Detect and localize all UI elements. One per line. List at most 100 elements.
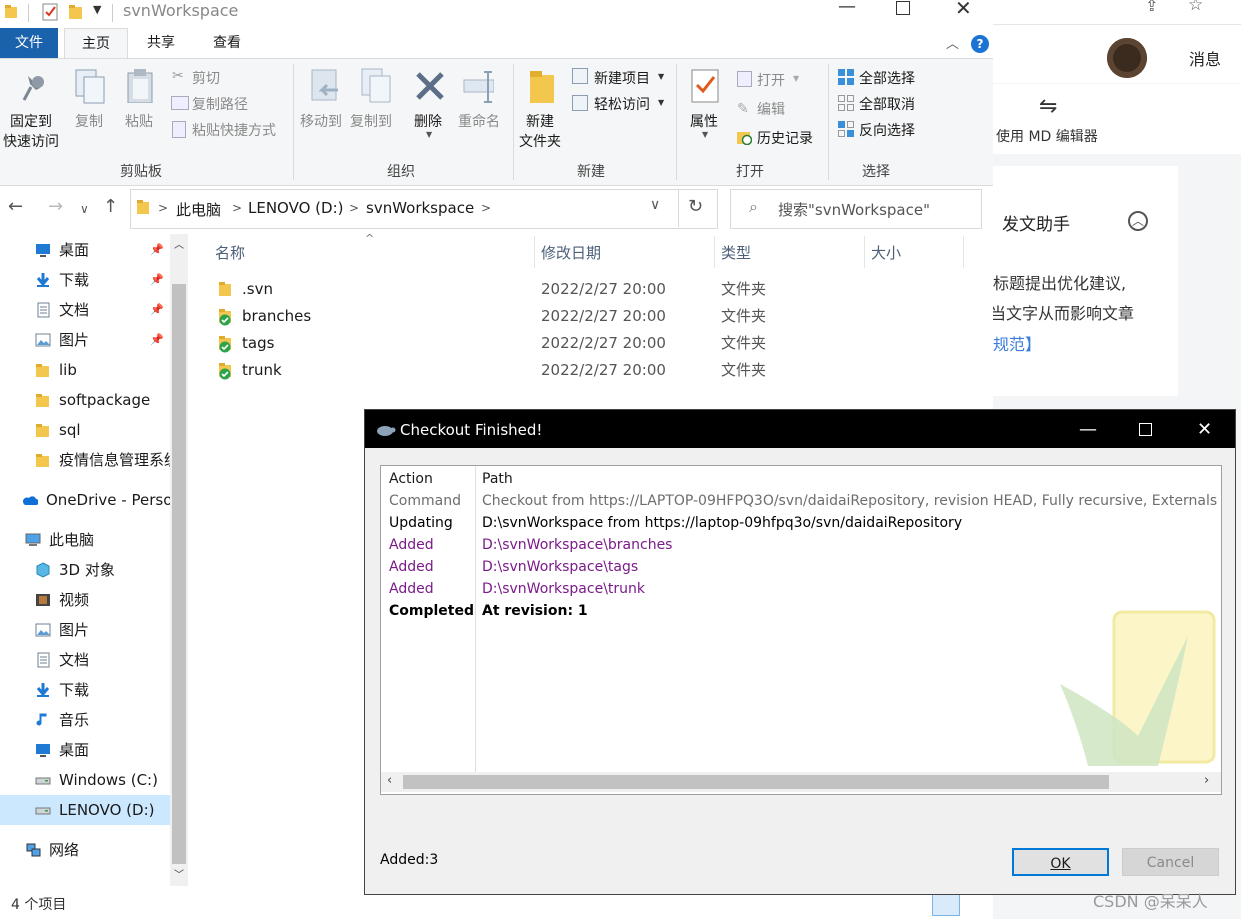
column-header-path[interactable]: Path [482,468,513,490]
nav-item[interactable]: 文档 [0,645,170,675]
nav-item[interactable]: Windows (C:) [0,765,170,795]
scroll-up-icon[interactable]: ︿ [174,236,184,251]
edit-button[interactable]: 编辑 [757,99,785,119]
up-button[interactable]: ↑ [103,196,118,217]
nav-item[interactable]: 桌面 [0,735,170,765]
back-button[interactable]: ← [8,196,23,217]
nav-item[interactable]: 3D 对象 [0,555,170,585]
column-header-name[interactable]: 名称 [215,242,245,263]
breadcrumb-item[interactable]: svnWorkspace [366,199,474,217]
avatar[interactable] [1107,38,1147,78]
large-icons-view-button[interactable] [963,892,987,914]
forward-button[interactable]: → [48,196,63,217]
copy-path-button[interactable]: 复制路径 [192,94,248,114]
maximize-button[interactable] [896,1,910,15]
collapse-ribbon-icon[interactable]: ︿ [946,33,959,52]
nav-item[interactable]: 网络 [0,835,170,865]
tab-file[interactable]: 文件 [0,28,58,58]
nav-item[interactable]: 图片 [0,615,170,645]
breadcrumb-item[interactable]: 此电脑 [176,199,221,220]
move-to-button[interactable]: 移动到 [300,111,342,131]
details-view-button[interactable] [932,892,960,916]
messages-link[interactable]: 消息 [1189,46,1221,70]
minimize-button[interactable]: — [1079,419,1097,440]
nav-scrollbar[interactable]: ︿ ﹀ [170,234,188,886]
open-button[interactable]: 打开 [757,70,785,90]
ok-button[interactable]: OK [1012,848,1109,876]
log-row[interactable]: Added D:\svnWorkspace\branches [381,534,1221,556]
nav-item[interactable]: sql [0,415,170,445]
file-row[interactable]: .svn 2022/2/27 20:00 文件夹 [212,276,972,303]
chevron-right-icon[interactable]: > [481,201,491,215]
share-icon[interactable]: ⇪ [1145,0,1158,15]
breadcrumb-item[interactable]: LENOVO (D:) [248,199,343,217]
help-icon[interactable]: ? [971,35,989,53]
recent-locations-icon[interactable]: ∨ [80,202,89,216]
log-horizontal-scrollbar[interactable]: ‹ › [381,772,1221,792]
new-folder-quick-icon[interactable] [68,3,84,21]
chevron-down-icon[interactable]: ▼ [658,98,664,107]
star-icon[interactable]: ☆ [1188,0,1203,15]
nav-item[interactable]: 下载 [0,675,170,705]
copy-to-button[interactable]: 复制到 [350,111,392,131]
chevron-down-icon[interactable]: ▼ [702,130,708,139]
file-row[interactable]: trunk 2022/2/27 20:00 文件夹 [212,357,972,384]
nav-item[interactable]: 此电脑 [0,525,170,555]
minimize-button[interactable]: — [838,0,856,17]
pin-icon[interactable]: 📌 [150,265,164,295]
maximize-button[interactable] [1139,423,1152,436]
nav-item[interactable]: 下载 📌 [0,265,170,295]
scroll-down-icon[interactable]: ﹀ [174,866,184,881]
pin-icon[interactable]: 📌 [150,325,164,355]
customize-dropdown-icon[interactable]: ▼ [93,3,101,16]
swap-icon[interactable]: ⇋ [1039,94,1057,119]
chevron-up-icon[interactable]: ︿ [1128,211,1148,231]
select-all-button[interactable]: 全部选择 [859,68,915,88]
nav-item[interactable]: 图片 📌 [0,325,170,355]
cut-button[interactable]: 剪切 [192,68,220,88]
cancel-button[interactable]: Cancel [1122,848,1219,876]
history-button[interactable]: 历史记录 [757,128,813,148]
new-folder-button[interactable]: 新建 [526,111,554,131]
log-row[interactable]: Added D:\svnWorkspace\tags [381,556,1221,578]
invert-selection-button[interactable]: 反向选择 [859,120,915,140]
log-row[interactable]: Updating D:\svnWorkspace from https://lap… [381,512,1221,534]
chevron-right-icon[interactable]: > [158,201,168,215]
refresh-icon[interactable]: ↻ [688,196,703,217]
assistant-link[interactable]: 规范】 [993,331,1041,355]
nav-item[interactable]: lib [0,355,170,385]
md-editor-link[interactable]: 使用 MD 编辑器 [996,126,1098,146]
chevron-down-icon[interactable]: ▼ [426,130,432,139]
paste-button[interactable]: 粘贴 [125,111,153,131]
close-button[interactable]: ✕ [1197,419,1212,440]
nav-item[interactable]: 疫情信息管理系统 [0,445,170,475]
select-none-button[interactable]: 全部取消 [859,94,915,114]
pin-icon[interactable]: 📌 [150,235,164,265]
nav-item[interactable]: 音乐 [0,705,170,735]
tab-share[interactable]: 共享 [134,28,188,58]
rename-button[interactable]: 重命名 [458,111,500,131]
properties-quick-icon[interactable] [42,3,60,21]
log-list[interactable]: Action Path Command Checkout from https:/… [380,465,1222,795]
chevron-right-icon[interactable]: > [232,201,242,215]
column-header-action[interactable]: Action [389,468,433,490]
close-button[interactable]: ✕ [955,0,972,20]
column-header-type[interactable]: 类型 [721,242,751,263]
nav-item[interactable]: OneDrive - Personal [0,485,170,515]
chevron-down-icon[interactable]: ▼ [658,72,664,81]
copy-button[interactable]: 复制 [75,111,103,131]
pin-quick-access-button[interactable]: 固定到 [10,111,52,131]
new-item-button[interactable]: 新建项目 [594,68,650,88]
column-header-modified[interactable]: 修改日期 [541,242,601,263]
nav-item[interactable]: LENOVO (D:) [0,795,170,825]
chevron-down-icon[interactable]: ▼ [793,74,799,83]
pin-icon[interactable]: 📌 [150,295,164,325]
nav-item[interactable]: softpackage [0,385,170,415]
properties-button[interactable]: 属性 [690,111,718,131]
easy-access-button[interactable]: 轻松访问 [594,94,650,114]
scroll-left-icon[interactable]: ‹ [387,773,392,788]
nav-item[interactable]: 桌面 📌 [0,235,170,265]
chevron-right-icon[interactable]: > [349,201,359,215]
file-row[interactable]: tags 2022/2/27 20:00 文件夹 [212,330,972,357]
nav-item[interactable]: 文档 📌 [0,295,170,325]
